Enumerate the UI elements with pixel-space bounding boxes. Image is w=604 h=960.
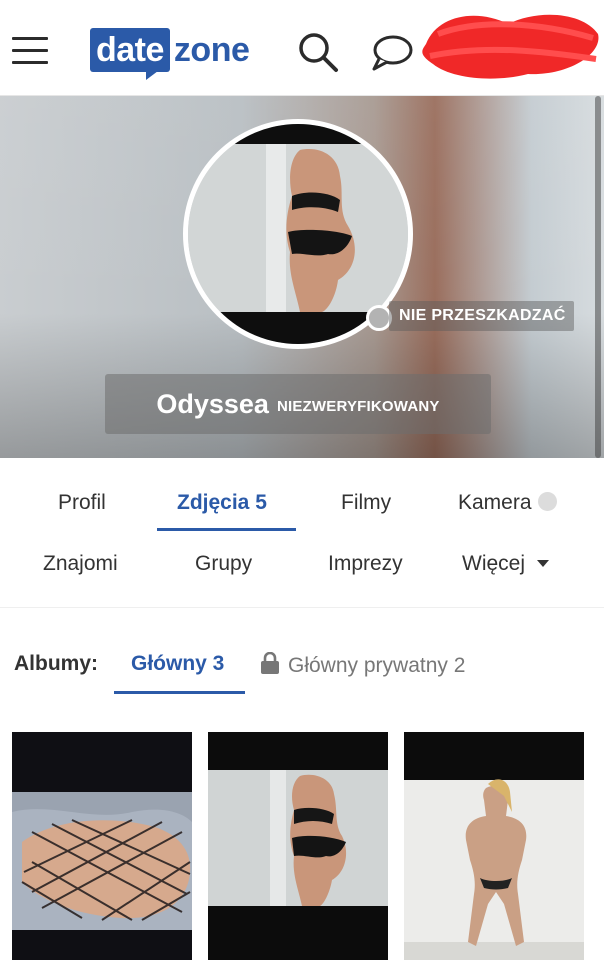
- album-private[interactable]: Główny prywatny 2: [260, 652, 465, 678]
- lock-icon: [261, 652, 279, 674]
- album-main[interactable]: Główny 3: [131, 652, 224, 676]
- photo-thumbnail[interactable]: [208, 732, 388, 960]
- camera-status-dot: [537, 492, 557, 511]
- album-private-label: Główny prywatny 2: [288, 654, 466, 677]
- chevron-down-icon: [537, 560, 550, 567]
- albums-bar: Albumy: Główny 3 Główny prywatny 2: [0, 609, 604, 719]
- tab-znajomi[interactable]: Znajomi: [43, 552, 118, 576]
- logo-date: date: [90, 28, 170, 80]
- tab-zdjecia[interactable]: Zdjęcia 5: [177, 491, 267, 515]
- tab-filmy[interactable]: Filmy: [341, 491, 391, 515]
- scrollbar[interactable]: [595, 96, 601, 458]
- tab-wiecej[interactable]: Więcej: [462, 552, 550, 576]
- profile-name-bar: Odyssea NIEZWERYFIKOWANY: [105, 374, 491, 434]
- verification-badge: NIEZWERYFIKOWANY: [276, 397, 440, 415]
- tab-imprezy[interactable]: Imprezy: [328, 552, 403, 576]
- profile-name: Odyssea: [156, 388, 269, 419]
- photo-image: [208, 732, 388, 960]
- logo-zone: zone: [173, 31, 250, 69]
- chat-icon[interactable]: [370, 32, 414, 72]
- albums-label: Albumy:: [14, 652, 98, 675]
- album-active-underline: [114, 691, 245, 694]
- photo-image: [12, 732, 192, 960]
- tab-kamera-label: Kamera: [458, 491, 532, 514]
- search-icon[interactable]: [296, 30, 340, 74]
- status-badge: NIE PRZESZKADZAĆ: [389, 301, 574, 331]
- photo-thumbnail[interactable]: [12, 732, 192, 960]
- profile-tabs: Profil Zdjęcia 5 Filmy Kamera Znajomi Gr…: [0, 458, 604, 608]
- tab-grupy[interactable]: Grupy: [195, 552, 252, 576]
- top-header: date zone: [0, 0, 604, 96]
- profile-cover: NIE PRZESZKADZAĆ Odyssea NIEZWERYFIKOWAN…: [0, 96, 604, 458]
- photo-thumbnail[interactable]: [404, 732, 584, 960]
- datezone-logo[interactable]: date zone: [90, 28, 250, 80]
- tab-profil[interactable]: Profil: [58, 491, 106, 515]
- photo-image: [404, 732, 584, 960]
- menu-icon[interactable]: [12, 33, 50, 65]
- tab-kamera[interactable]: Kamera: [458, 491, 557, 515]
- tab-wiecej-label: Więcej: [462, 552, 526, 575]
- tab-active-underline: [157, 528, 296, 531]
- redaction-scribble: [422, 14, 599, 79]
